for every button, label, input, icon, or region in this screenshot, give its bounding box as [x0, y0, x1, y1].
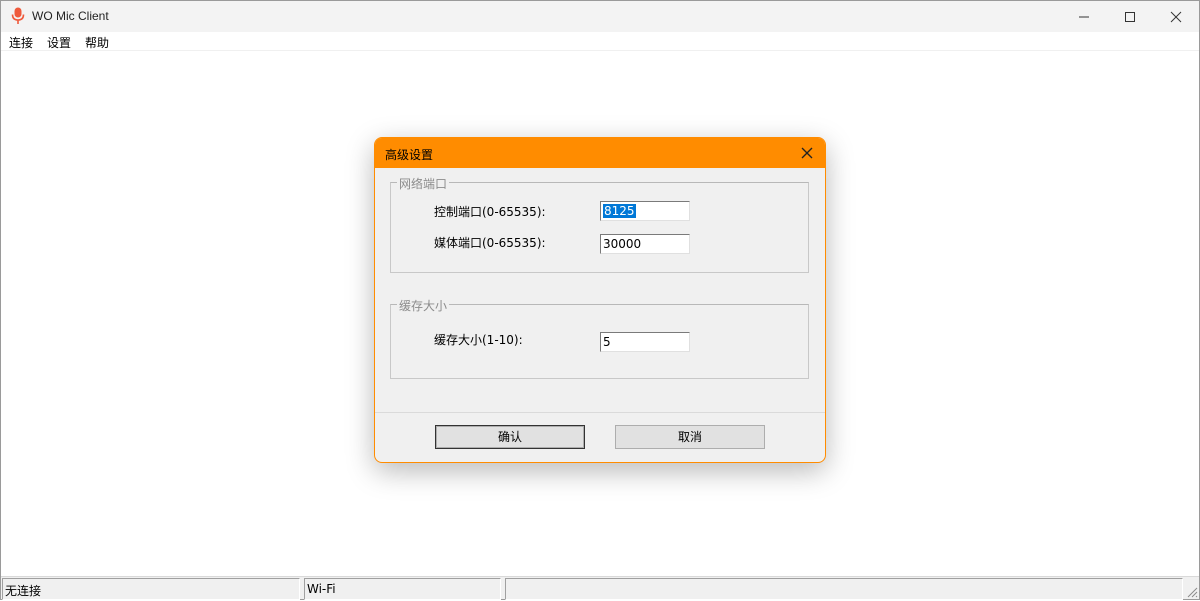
- status-transport: Wi-Fi: [304, 578, 501, 600]
- footer-divider: [375, 412, 825, 413]
- control-port-input[interactable]: 8125: [600, 201, 690, 221]
- title-bar[interactable]: WO Mic Client: [1, 1, 1199, 32]
- media-port-label: 媒体端口(0-65535):: [434, 236, 546, 250]
- close-icon: [801, 147, 813, 159]
- close-icon: [1170, 11, 1182, 22]
- dialog-title-bar[interactable]: 高级设置: [375, 138, 825, 168]
- control-port-value: 8125: [603, 204, 636, 218]
- dialog-title: 高级设置: [385, 148, 434, 162]
- window-title: WO Mic Client: [32, 9, 109, 23]
- buffer-size-label: 缓存大小(1-10):: [434, 333, 523, 347]
- minimize-icon: [1079, 16, 1089, 17]
- menu-help[interactable]: 帮助: [85, 34, 109, 51]
- menu-settings[interactable]: 设置: [47, 34, 71, 51]
- buffer-size-legend: 缓存大小: [397, 297, 450, 314]
- status-bar: 无连接 Wi-Fi: [1, 576, 1199, 600]
- maximize-button[interactable]: [1107, 1, 1153, 32]
- status-extra: [505, 578, 1183, 600]
- ok-button[interactable]: 确认: [435, 425, 585, 449]
- menu-connect[interactable]: 连接: [9, 34, 33, 51]
- buffer-size-value: 5: [603, 335, 611, 349]
- minimize-button[interactable]: [1061, 1, 1107, 32]
- close-window-button[interactable]: [1153, 1, 1199, 32]
- network-port-legend: 网络端口: [397, 175, 450, 192]
- maximize-icon: [1125, 11, 1135, 22]
- menu-bar: 连接 设置 帮助: [1, 32, 1199, 51]
- microphone-icon: [10, 7, 26, 25]
- resize-grip-icon[interactable]: [1185, 585, 1198, 598]
- advanced-settings-dialog: 高级设置 网络端口 控制端口(0-65535): 8125 媒体端口(0-655…: [374, 137, 826, 463]
- cancel-button[interactable]: 取消: [615, 425, 765, 449]
- network-port-group: 网络端口 控制端口(0-65535): 8125 媒体端口(0-65535): …: [390, 175, 809, 273]
- media-port-input[interactable]: 30000: [600, 234, 690, 254]
- media-port-value: 30000: [603, 237, 642, 251]
- dialog-close-button[interactable]: [799, 145, 815, 161]
- control-port-label: 控制端口(0-65535):: [434, 205, 546, 219]
- status-connection: 无连接: [2, 578, 300, 600]
- buffer-size-input[interactable]: 5: [600, 332, 690, 352]
- buffer-size-group: 缓存大小 缓存大小(1-10): 5: [390, 297, 809, 379]
